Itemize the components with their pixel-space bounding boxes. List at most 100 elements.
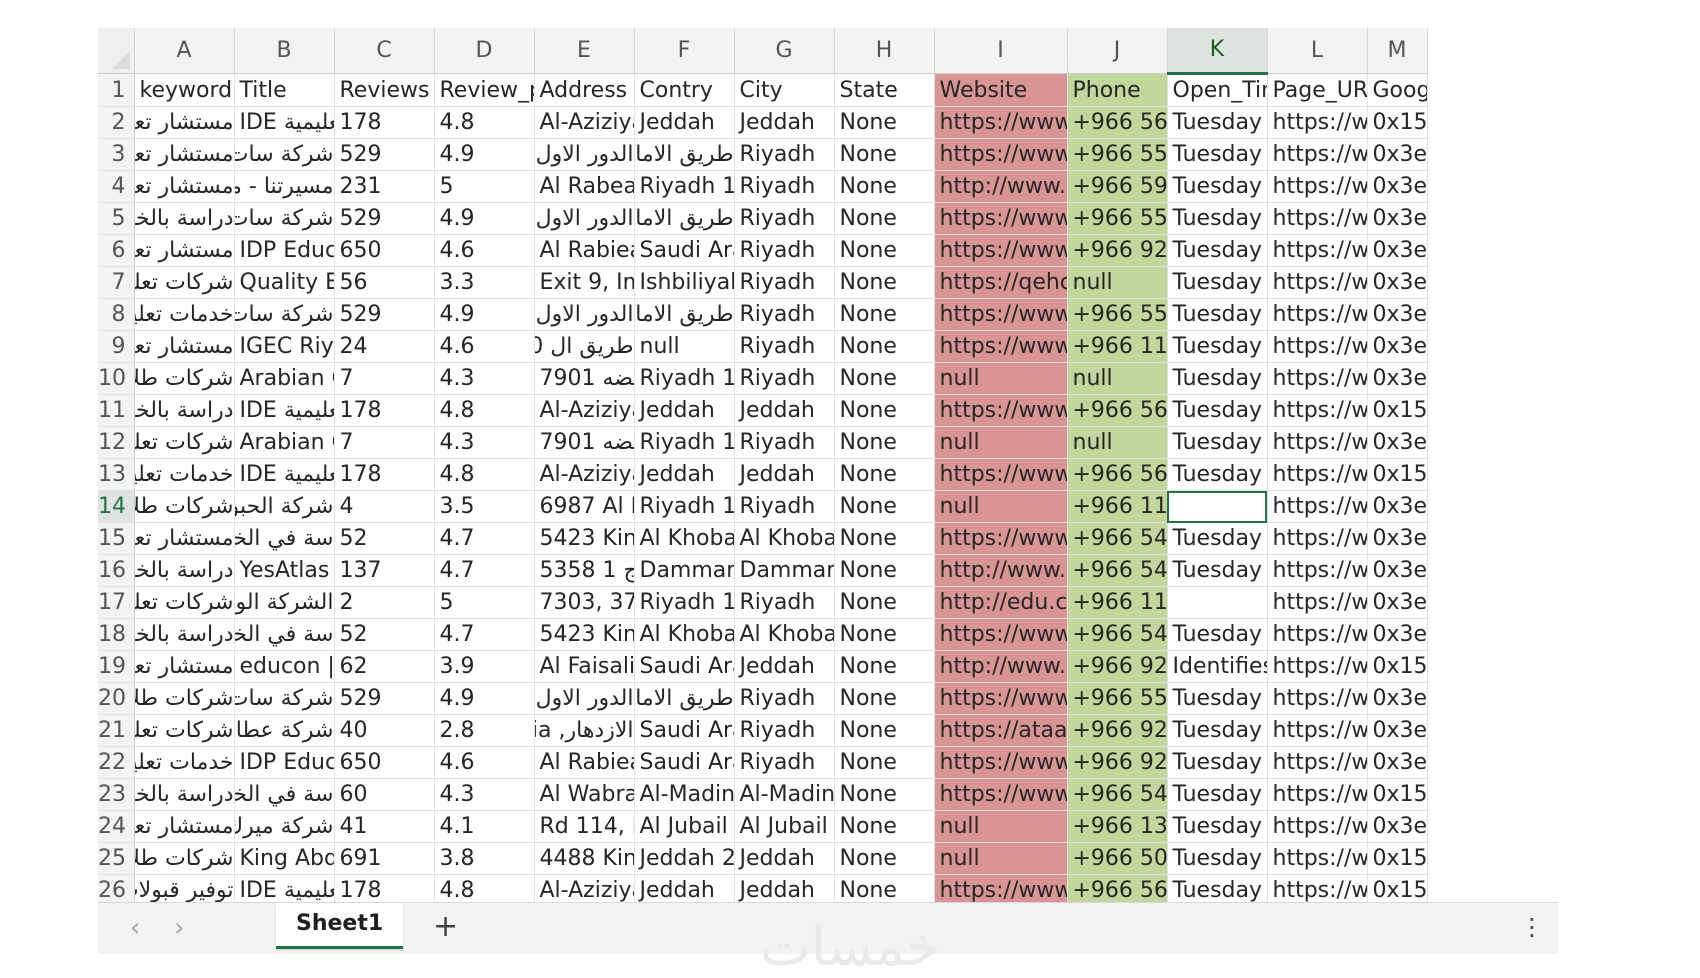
table-cell[interactable]: null	[934, 362, 1068, 395]
table-cell[interactable]: 40	[334, 714, 435, 747]
table-cell[interactable]: https://ww	[1267, 234, 1368, 267]
table-cell[interactable]: Tuesday 1	[1167, 298, 1268, 331]
table-cell[interactable]: طريق ال 100	[534, 330, 635, 363]
table-cell[interactable]: None	[834, 650, 935, 683]
table-cell[interactable]: https://ww	[1267, 778, 1368, 811]
table-cell[interactable]: شركة ميرك ال	[234, 810, 335, 843]
tab-sheet1[interactable]: Sheet1	[276, 903, 404, 949]
table-cell[interactable]: +966 56 45	[1067, 874, 1168, 902]
table-cell[interactable]: الدور الاول,	[534, 202, 635, 235]
table-cell[interactable]: Identifies	[1167, 650, 1268, 683]
table-cell[interactable]: Tuesday 9	[1167, 618, 1268, 651]
table-cell[interactable]: +966 56 45	[1067, 106, 1168, 139]
table-cell[interactable]: +966 55 54	[1067, 202, 1168, 235]
table-cell[interactable]: https://ww	[1267, 554, 1368, 587]
table-cell[interactable]: 0x15b	[1367, 778, 1428, 811]
table-cell[interactable]: 0x3e2	[1367, 362, 1428, 395]
table-cell[interactable]: Al-Madina	[634, 778, 735, 811]
table-cell[interactable]: https://www.	[934, 874, 1068, 902]
table-cell[interactable]: Al Khobar	[734, 618, 835, 651]
table-cell[interactable]: None	[834, 682, 935, 715]
table-cell[interactable]: شركات تعليم	[134, 266, 235, 299]
table-cell[interactable]: 529	[334, 138, 435, 171]
table-cell[interactable]: 4	[334, 490, 435, 523]
table-cell[interactable]: Title	[234, 73, 335, 107]
table-cell[interactable]: Al Faisaliy	[534, 650, 635, 683]
table-cell[interactable]: Riyadh	[734, 682, 835, 715]
table-cell[interactable]: https://www.	[934, 106, 1068, 139]
table-cell[interactable]: مستشار تعليم	[134, 138, 235, 171]
column-header-i[interactable]: I	[934, 28, 1068, 74]
table-cell[interactable]: 4.3	[434, 426, 535, 459]
table-cell[interactable]: 52	[334, 618, 435, 651]
table-cell[interactable]: Address	[534, 73, 635, 107]
table-cell[interactable]: Tuesday 8	[1167, 426, 1268, 459]
table-cell[interactable]: 52	[334, 522, 435, 555]
table-cell[interactable]: 4.7	[434, 554, 535, 587]
row-header[interactable]: 2	[98, 106, 135, 139]
table-cell[interactable]: Al Rabiea	[534, 746, 635, 779]
table-cell[interactable]: +966 9200	[1067, 746, 1168, 779]
table-cell[interactable]: +966 55 54	[1067, 298, 1168, 331]
table-cell[interactable]: null	[634, 330, 735, 363]
table-cell[interactable]: +966 11 22	[1067, 586, 1168, 619]
row-header[interactable]: 25	[98, 842, 135, 875]
table-cell[interactable]: 4.6	[434, 330, 535, 363]
table-cell[interactable]: Tuesday 1	[1167, 682, 1268, 715]
table-cell[interactable]: +966 54 30	[1067, 778, 1168, 811]
table-cell[interactable]: None	[834, 330, 935, 363]
table-cell[interactable]: Tuesday 1	[1167, 202, 1268, 235]
table-cell[interactable]: https://ww	[1267, 298, 1368, 331]
column-header-j[interactable]: J	[1067, 28, 1168, 74]
table-cell[interactable]: Riyadh 12	[634, 586, 735, 619]
table-cell[interactable]: https://ww	[1267, 170, 1368, 203]
row-header[interactable]: 5	[98, 202, 135, 235]
table-cell[interactable]: 0x3e4	[1367, 618, 1428, 651]
table-cell[interactable]: Riyadh	[734, 266, 835, 299]
table-cell[interactable]: null	[1067, 426, 1168, 459]
row-header[interactable]: 24	[98, 810, 135, 843]
row-header[interactable]: 15	[98, 522, 135, 555]
table-cell[interactable]: 7303, 379:	[534, 586, 635, 619]
table-cell[interactable]: Tuesday 9	[1167, 394, 1268, 427]
table-cell[interactable]: None	[834, 842, 935, 875]
table-cell[interactable]: Dammam	[634, 554, 735, 587]
table-cell[interactable]: Tuesday 9	[1167, 874, 1268, 902]
table-cell[interactable]: Tuesday 9	[1167, 330, 1268, 363]
table-cell[interactable]: Jeddah	[634, 458, 735, 491]
table-cell[interactable]: Exit 9, Ima	[534, 266, 635, 299]
table-cell[interactable]: شركة عطاء ال	[234, 714, 335, 747]
table-cell[interactable]: https://ww	[1267, 106, 1368, 139]
table-cell[interactable]: +966 59 23	[1067, 170, 1168, 203]
table-cell[interactable]: https://www.	[934, 138, 1068, 171]
table-cell[interactable]: 178	[334, 394, 435, 427]
table-cell[interactable]: Arabian G	[234, 426, 335, 459]
table-cell[interactable]: 7	[334, 362, 435, 395]
table-cell[interactable]: مستشار تعليم	[134, 810, 235, 843]
table-cell[interactable]: IDP Educa	[234, 746, 335, 779]
table-cell[interactable]: Jeddah 23	[634, 842, 735, 875]
table-cell[interactable]: خدمات تعليم	[134, 298, 235, 331]
table-cell[interactable]: Riyadh 12	[634, 490, 735, 523]
table-cell[interactable]: +966 9200	[1067, 650, 1168, 683]
table-cell[interactable]: 4.9	[434, 138, 535, 171]
table-cell[interactable]: null	[934, 842, 1068, 875]
table-cell[interactable]: https://ww	[1267, 458, 1368, 491]
table-cell[interactable]: Al-Aziziyah	[534, 106, 635, 139]
table-cell[interactable]: https://www.	[934, 778, 1068, 811]
row-header[interactable]: 18	[98, 618, 135, 651]
table-cell[interactable]: توفير قبولات	[134, 874, 235, 902]
table-cell[interactable]: None	[834, 138, 935, 171]
table-cell[interactable]: 5358 1 ج,	[534, 554, 635, 587]
table-cell[interactable]: +966 11 47	[1067, 490, 1168, 523]
table-cell[interactable]: IDE تعليمية	[234, 394, 335, 427]
table-cell[interactable]: IDE تعليمية	[234, 458, 335, 491]
table-cell[interactable]: https://ataa.s	[934, 714, 1068, 747]
table-cell[interactable]: https://ww	[1267, 202, 1368, 235]
table-cell[interactable]: Riyadh	[734, 330, 835, 363]
column-header-e[interactable]: E	[534, 28, 635, 74]
row-header[interactable]: 9	[98, 330, 135, 363]
table-cell[interactable]: 24	[334, 330, 435, 363]
table-cell[interactable]: Riyadh	[734, 202, 835, 235]
table-cell[interactable]: https://www.	[934, 458, 1068, 491]
